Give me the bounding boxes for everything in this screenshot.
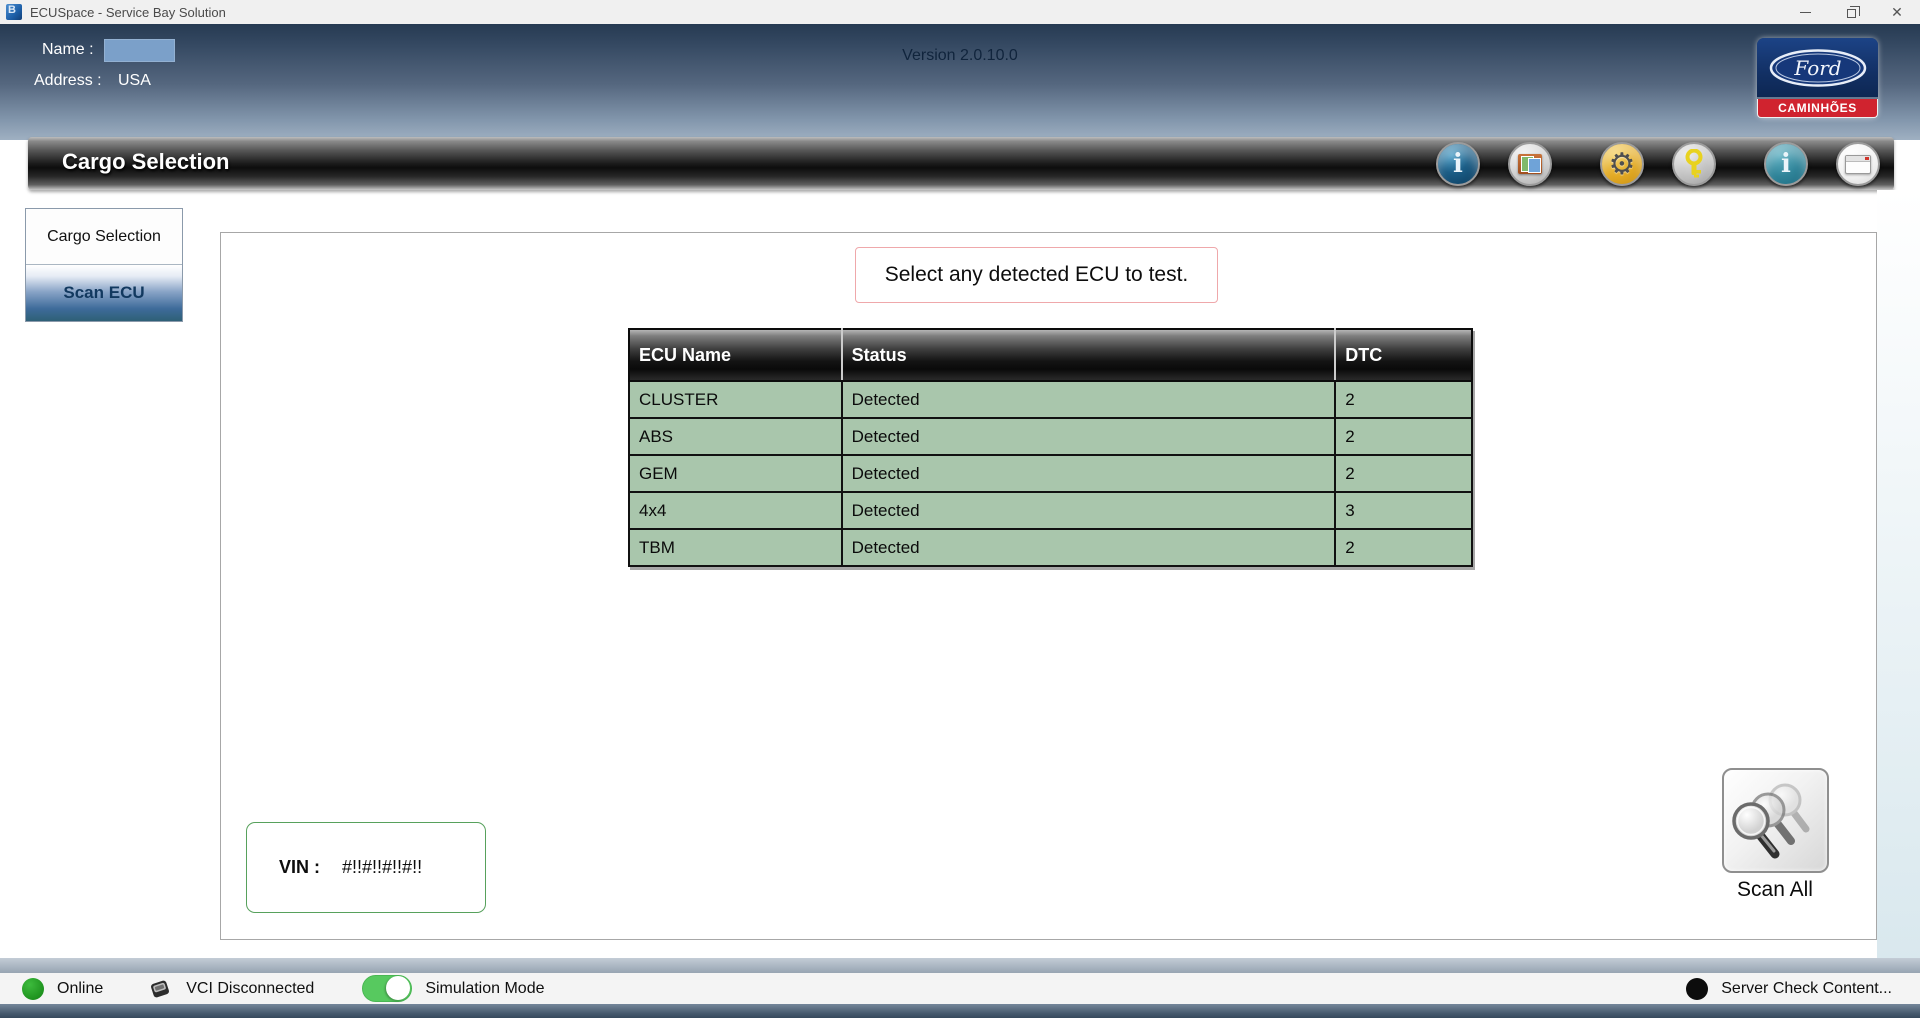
table-row[interactable]: GEMDetected2 <box>629 455 1472 492</box>
info-blue-icon[interactable]: i <box>1436 142 1480 186</box>
ford-oval-icon: Ford <box>1757 38 1878 97</box>
key-icon[interactable] <box>1672 142 1716 186</box>
window-close-button[interactable]: ✕ <box>1874 0 1920 24</box>
vin-box: VIN : #!!#!!#!!#!! <box>246 822 486 913</box>
table-cell: 2 <box>1335 455 1472 492</box>
toggle-knob <box>386 976 410 1000</box>
table-cell: TBM <box>629 529 842 566</box>
table-cell: 2 <box>1335 418 1472 455</box>
caminhoes-band: CAMINHÕES <box>1757 99 1878 118</box>
vin-value: #!!#!!#!!#!! <box>342 857 422 878</box>
table-cell: CLUSTER <box>629 381 842 418</box>
gear-glyph: ⚙ <box>1609 147 1636 182</box>
window-glyph <box>1845 155 1871 174</box>
server-check-label: Server Check Content... <box>1721 980 1892 998</box>
column-header-status: Status <box>842 329 1336 381</box>
online-status-dot <box>22 978 44 1000</box>
column-header-ecu-name: ECU Name <box>629 329 842 381</box>
status-bar: Online VCI Disconnected Simulation Mode … <box>0 973 1920 1004</box>
app-header: Name : Address : USA Version 2.0.10.0 Fo… <box>0 24 1920 140</box>
table-cell: ABS <box>629 418 842 455</box>
book-glyph <box>1518 154 1542 174</box>
table-row[interactable]: CLUSTERDetected2 <box>629 381 1472 418</box>
simulation-mode-toggle[interactable] <box>362 975 412 1002</box>
window-title: ECUSpace - Service Bay Solution <box>30 5 226 20</box>
sidebar: Cargo Selection Scan ECU <box>25 208 183 322</box>
magnifier-stack-icon <box>1732 777 1820 865</box>
report-book-icon[interactable] <box>1508 142 1552 186</box>
table-row[interactable]: 4x4Detected3 <box>629 492 1472 529</box>
close-icon: ✕ <box>1891 5 1903 19</box>
sidebar-item-scan-ecu[interactable]: Scan ECU <box>26 265 182 321</box>
server-status-dot <box>1686 978 1708 1000</box>
table-cell: 2 <box>1335 381 1472 418</box>
table-cell: Detected <box>842 492 1336 529</box>
vin-label: VIN : <box>279 857 320 878</box>
instruction-message: Select any detected ECU to test. <box>855 247 1218 303</box>
info-glyph: i <box>1781 149 1791 179</box>
page-title: Cargo Selection <box>62 149 229 175</box>
vci-status-label: VCI Disconnected <box>186 980 314 998</box>
ford-caminhoes-logo: Ford CAMINHÕES <box>1757 38 1878 118</box>
status-zone-top <box>0 958 1920 973</box>
sidebar-item-cargo-selection[interactable]: Cargo Selection <box>26 209 182 265</box>
app-icon <box>6 4 22 20</box>
table-cell: 4x4 <box>629 492 842 529</box>
table-row[interactable]: ABSDetected2 <box>629 418 1472 455</box>
table-cell: Detected <box>842 529 1336 566</box>
svg-text:Ford: Ford <box>1793 56 1841 80</box>
address-label: Address : <box>34 72 102 90</box>
right-edge-strip <box>1877 190 1920 960</box>
table-cell: GEM <box>629 455 842 492</box>
info-glyph: i <box>1453 149 1463 179</box>
restore-icon <box>1847 9 1856 18</box>
toolbar: Cargo Selection i ⚙ i <box>28 137 1894 190</box>
window-restore-button[interactable] <box>1828 0 1874 24</box>
table-header-row: ECU Name Status DTC <box>629 329 1472 381</box>
app-version: Version 2.0.10.0 <box>0 47 1920 65</box>
ecu-table: ECU Name Status DTC CLUSTERDetected2ABSD… <box>628 328 1473 567</box>
status-zone-bottom <box>0 1004 1920 1018</box>
info-teal-icon[interactable]: i <box>1764 142 1808 186</box>
table-cell: 2 <box>1335 529 1472 566</box>
minimize-icon <box>1800 12 1811 13</box>
table-cell: 3 <box>1335 492 1472 529</box>
online-label: Online <box>57 980 103 998</box>
window-icon[interactable] <box>1836 142 1880 186</box>
scan-all-label: Scan All <box>1700 878 1850 902</box>
column-header-dtc: DTC <box>1335 329 1472 381</box>
scan-all-button[interactable] <box>1722 768 1829 873</box>
title-bar: ECUSpace - Service Bay Solution ✕ <box>0 0 1920 24</box>
table-row[interactable]: TBMDetected2 <box>629 529 1472 566</box>
window-minimize-button[interactable] <box>1782 0 1828 24</box>
address-value: USA <box>118 72 151 90</box>
table-cell: Detected <box>842 455 1336 492</box>
vci-device-icon <box>147 976 173 1002</box>
settings-gear-icon[interactable]: ⚙ <box>1600 142 1644 186</box>
table-cell: Detected <box>842 381 1336 418</box>
table-cell: Detected <box>842 418 1336 455</box>
simulation-mode-label: Simulation Mode <box>425 980 544 998</box>
key-glyph <box>1681 149 1707 179</box>
